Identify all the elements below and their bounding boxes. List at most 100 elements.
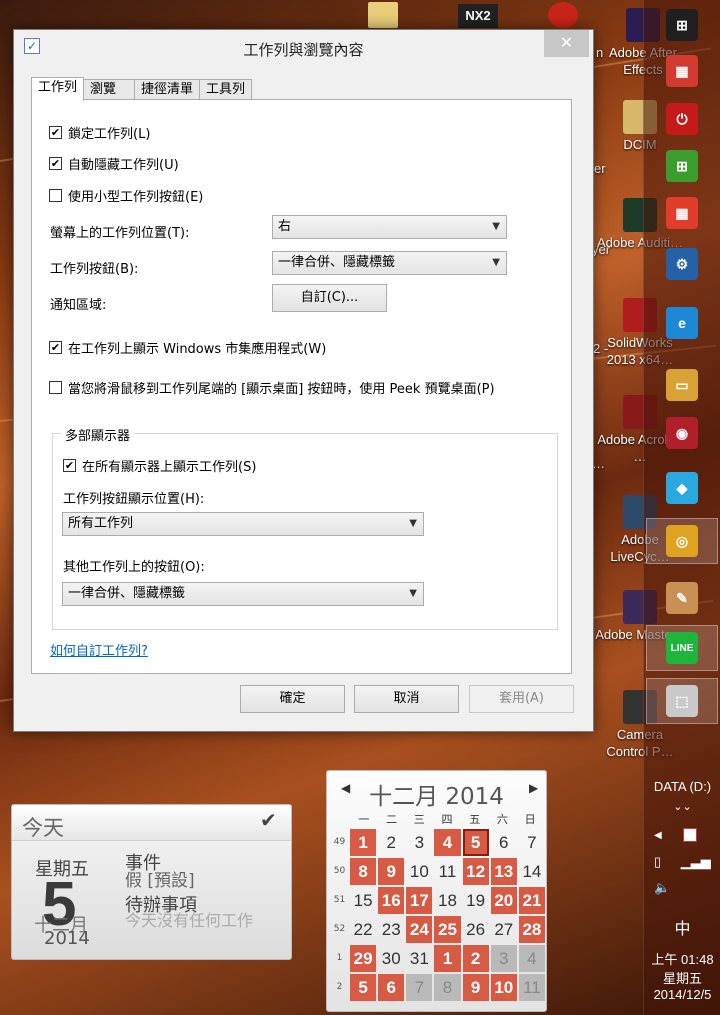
volume-icon[interactable]: 🔈 <box>644 880 720 896</box>
taskbar-app-button[interactable]: e <box>646 300 718 346</box>
title-bar[interactable]: ✓ 工作列與瀏覽內容 ✕ <box>14 30 593 66</box>
chevron-down-icon[interactable]: ⌄⌄ <box>644 800 720 813</box>
calendar-day[interactable]: 4 <box>518 945 545 972</box>
calendar-day[interactable]: 20 <box>490 887 517 914</box>
drive-label[interactable]: DATA (D:) <box>644 779 720 794</box>
cancel-button[interactable]: 取消 <box>354 685 459 713</box>
taskbar-app-button[interactable]: ▦ <box>646 190 718 236</box>
apply-button[interactable]: 套用(A) <box>469 685 574 713</box>
calendar-day[interactable]: 25 <box>434 916 461 943</box>
taskbar-app-button[interactable]: ✎ <box>646 575 718 621</box>
tab-navigation[interactable]: 瀏覽 <box>83 79 136 101</box>
close-button[interactable]: ✕ <box>544 30 589 57</box>
peek-option[interactable]: 當您將滑鼠移到工作列尾端的 [顯示桌面] 按鈕時，使用 Peek 預覽桌面(P) <box>49 378 495 397</box>
taskbar-app-button[interactable]: ◉ <box>646 410 718 456</box>
taskbar-app-button[interactable]: ⚙ <box>646 241 718 287</box>
show-buttons-select[interactable]: 所有工作列 ▼ <box>62 512 424 536</box>
calendar-day[interactable]: 16 <box>378 887 405 914</box>
calendar-day[interactable]: 31 <box>406 945 432 972</box>
calendar-day[interactable]: 5 <box>350 974 377 1001</box>
calendar-day[interactable]: 2 <box>462 945 489 972</box>
calendar-day[interactable]: 28 <box>518 916 545 943</box>
store-apps-option[interactable]: ✔ 在工作列上顯示 Windows 市集應用程式(W) <box>49 338 326 357</box>
lock-taskbar-checkbox[interactable]: ✔ <box>49 126 62 139</box>
taskbar-app-button[interactable]: ⬚ <box>646 678 718 724</box>
signal-icon[interactable]: ▁▃▅ <box>681 854 711 869</box>
calendar-day[interactable]: 19 <box>463 887 489 914</box>
calendar-day[interactable]: 3 <box>406 829 432 856</box>
auto-hide-checkbox[interactable]: ✔ <box>49 157 62 170</box>
calendar-day[interactable]: 3 <box>490 945 517 972</box>
calendar-day[interactable]: 21 <box>518 887 545 914</box>
help-link[interactable]: 如何自訂工作列? <box>50 640 148 659</box>
calendar-day[interactable]: 11 <box>518 974 545 1001</box>
show-all-displays-option[interactable]: ✔ 在所有顯示器上顯示工作列(S) <box>63 456 256 475</box>
calendar-day[interactable]: 9 <box>462 974 489 1001</box>
buttons-select[interactable]: 一律合併、隱藏標籤 ▼ <box>272 251 507 275</box>
calendar-day[interactable]: 10 <box>490 974 517 1001</box>
taskbar-app-button[interactable]: ◆ <box>646 465 718 511</box>
calendar-day[interactable]: 29 <box>350 945 377 972</box>
small-buttons-checkbox[interactable] <box>49 189 62 202</box>
taskbar-app-button[interactable]: ◎ <box>646 518 718 564</box>
calendar-day[interactable]: 9 <box>378 858 405 885</box>
ime-indicator[interactable]: 中 <box>644 915 720 939</box>
auto-hide-option[interactable]: ✔ 自動隱藏工作列(U) <box>49 154 179 173</box>
calendar-day[interactable]: 8 <box>434 974 461 1001</box>
ok-button[interactable]: 確定 <box>240 685 345 713</box>
tab-taskbar[interactable]: 工作列 <box>31 77 85 101</box>
check-icon[interactable]: ✔ <box>260 808 277 832</box>
tab-jump-lists[interactable]: 捷徑清單 <box>134 79 201 101</box>
calendar-day[interactable]: 7 <box>406 974 433 1001</box>
desktop-icon-round[interactable] <box>548 2 578 28</box>
customize-button[interactable]: 自訂(C)... <box>272 284 387 312</box>
calendar-day[interactable]: 8 <box>350 858 377 885</box>
peek-checkbox[interactable] <box>49 381 62 394</box>
desktop-icon-folder[interactable] <box>368 2 398 28</box>
calendar-day[interactable]: 12 <box>462 858 489 885</box>
tab-toolbars[interactable]: 工具列 <box>199 79 253 101</box>
show-all-displays-checkbox[interactable]: ✔ <box>63 459 76 472</box>
other-buttons-select[interactable]: 一律合併、隱藏標籤 ▼ <box>62 582 424 606</box>
store-apps-checkbox[interactable]: ✔ <box>49 341 62 354</box>
taskbar-app-button[interactable]: ▭ <box>646 362 718 408</box>
calendar-day[interactable]: 11 <box>434 858 460 885</box>
taskbar-app-button[interactable]: ▦ <box>646 48 718 94</box>
taskbar-app-button[interactable]: ⏻ <box>646 96 718 142</box>
clock-date[interactable]: 2014/12/5 <box>644 987 720 1002</box>
lock-taskbar-option[interactable]: ✔ 鎖定工作列(L) <box>49 123 150 142</box>
calendar-day[interactable]: 10 <box>406 858 432 885</box>
small-buttons-option[interactable]: 使用小型工作列按鈕(E) <box>49 186 203 205</box>
calendar-day[interactable]: 15 <box>350 887 376 914</box>
clock-time[interactable]: 上午 01:48 <box>644 949 720 968</box>
calendar-day[interactable]: 2 <box>378 829 404 856</box>
tray-left-arrow-icon[interactable]: ◀ <box>654 830 662 841</box>
calendar-day[interactable]: 6 <box>491 829 517 856</box>
calendar-day[interactable]: 4 <box>434 829 461 856</box>
position-select[interactable]: 右 ▼ <box>272 215 507 239</box>
date-gadget[interactable]: 今天 ✔ 星期五 5 十二月 2014 事件 假 [預設] 待辦事項 今天沒有任… <box>11 804 292 960</box>
battery-icon[interactable]: ▯ <box>654 854 661 869</box>
holiday-entry[interactable]: 假 [預設] <box>125 866 195 891</box>
calendar-day[interactable]: 13 <box>490 858 517 885</box>
next-month-icon[interactable]: ▶ <box>529 781 538 795</box>
taskbar-app-button[interactable]: ⊞ <box>646 143 718 189</box>
calendar-day[interactable]: 18 <box>434 887 460 914</box>
calendar-day[interactable]: 1 <box>350 829 377 856</box>
calendar-day[interactable]: 1 <box>434 945 461 972</box>
clock-weekday[interactable]: 星期五 <box>644 968 720 987</box>
tray-pdf-icon[interactable] <box>683 827 698 842</box>
taskbar-app-button[interactable]: LINE <box>646 625 718 671</box>
calendar-day[interactable]: 24 <box>406 916 433 943</box>
calendar-day[interactable]: 14 <box>519 858 545 885</box>
desktop-icon-partial-label[interactable]: er <box>594 160 624 177</box>
calendar-day[interactable]: 26 <box>463 916 489 943</box>
calendar-day[interactable]: 7 <box>519 829 545 856</box>
calendar-day[interactable]: 30 <box>378 945 404 972</box>
calendar-day-today[interactable]: 5 <box>462 829 489 856</box>
desktop-icon-nx[interactable]: NX2 <box>458 4 498 28</box>
calendar-day[interactable]: 22 <box>350 916 376 943</box>
calendar-day[interactable]: 17 <box>406 887 433 914</box>
calendar-day[interactable]: 23 <box>378 916 404 943</box>
calendar-day[interactable]: 27 <box>491 916 517 943</box>
